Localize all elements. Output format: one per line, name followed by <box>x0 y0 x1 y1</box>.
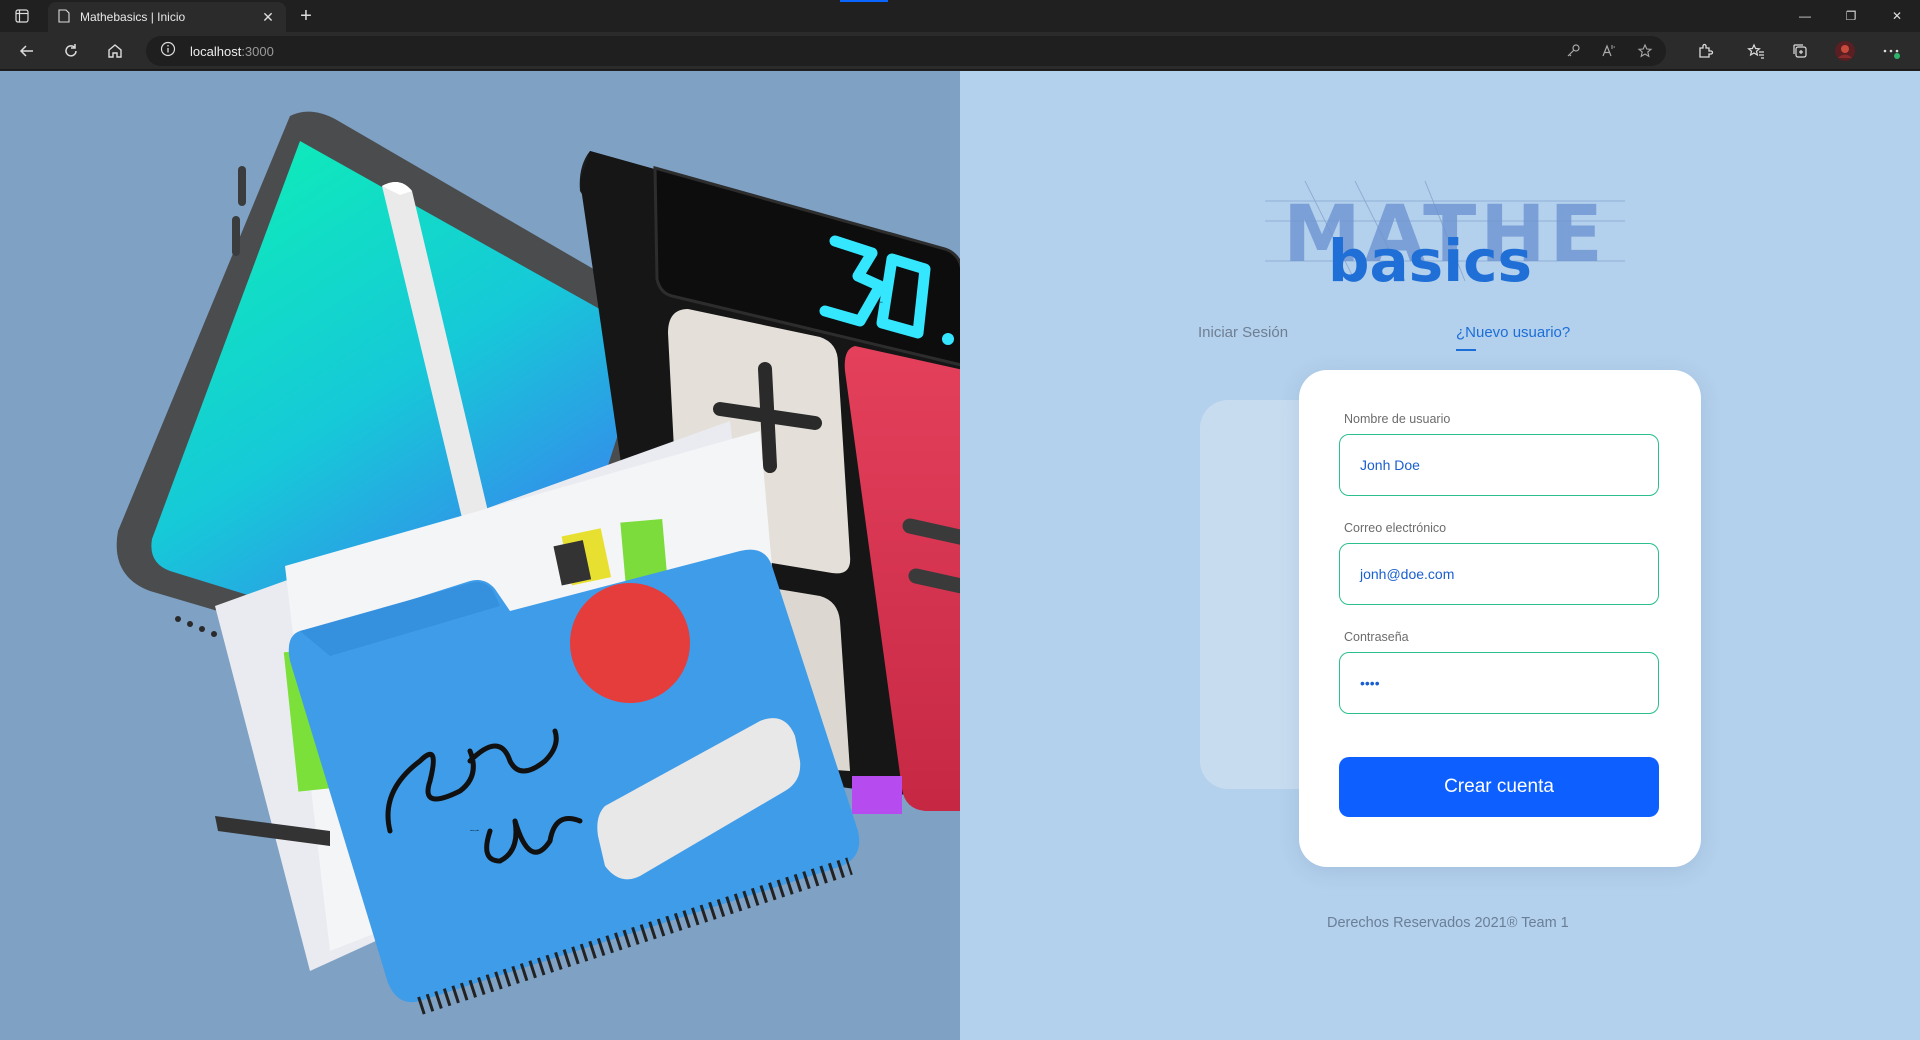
mathebasics-logo: MATHE basics <box>1265 171 1625 295</box>
url-host: localhost <box>190 43 242 59</box>
auth-tabs: Iniciar Sesión ¿Nuevo usuario? <box>1198 324 1618 354</box>
page-icon <box>58 8 70 26</box>
password-label: Contraseña <box>1344 630 1409 644</box>
tab-actions-icon[interactable] <box>10 6 34 26</box>
password-field[interactable]: •••• <box>1339 652 1659 714</box>
page: 30. steve jobs MATHE basics Iniciar Sesi… <box>0 71 1920 1040</box>
tab-title: Mathebasics | Inicio <box>80 10 186 24</box>
window-close-icon[interactable]: ✕ <box>1874 0 1920 32</box>
auth-pane: MATHE basics Iniciar Sesión ¿Nuevo usuar… <box>960 71 1920 1040</box>
email-label: Correo electrónico <box>1344 521 1447 535</box>
collections-icon[interactable] <box>1789 40 1811 62</box>
more-menu-icon[interactable] <box>1880 40 1902 62</box>
browser-toolbar: localhost:3000 <box>0 32 1920 70</box>
username-label: Nombre de usuario <box>1344 412 1451 426</box>
active-tab-indicator <box>1456 349 1476 351</box>
folder-graphic: steve jobs <box>288 549 860 1015</box>
favorites-icon[interactable] <box>1745 40 1767 62</box>
tab-login[interactable]: Iniciar Sesión <box>1198 324 1288 341</box>
home-icon[interactable] <box>104 40 126 62</box>
back-icon[interactable] <box>16 40 38 62</box>
restore-icon[interactable]: ❐ <box>1828 0 1874 32</box>
new-tab-icon[interactable]: + <box>296 6 316 26</box>
favorite-add-icon[interactable] <box>1636 42 1654 60</box>
hero-illustration-pane: 30. steve jobs <box>0 71 960 1040</box>
username-field[interactable]: Jonh Doe <box>1339 434 1659 496</box>
refresh-icon[interactable] <box>60 40 82 62</box>
url-port: :3000 <box>241 43 274 59</box>
close-tab-icon[interactable]: ✕ <box>260 9 276 25</box>
footer-copyright: Derechos Reservados 2021® Team 1 <box>1327 915 1569 931</box>
tab-register-label: ¿Nuevo usuario? <box>1456 324 1571 341</box>
browser-tab-active[interactable]: Mathebasics | Inicio ✕ <box>48 2 286 32</box>
calculator-display-text: 30. <box>880 302 884 304</box>
read-aloud-icon[interactable] <box>1600 42 1618 60</box>
register-card: Nombre de usuario Jonh Doe Correo electr… <box>1299 370 1701 867</box>
browser-tab-bar: Mathebasics | Inicio ✕ + — ❐ ✕ <box>0 0 1920 32</box>
info-icon[interactable] <box>160 41 176 62</box>
key-icon[interactable] <box>1564 42 1582 60</box>
hero-illustration: 30. steve jobs <box>116 111 960 1015</box>
minimize-icon[interactable]: — <box>1782 0 1828 32</box>
loading-indicator <box>840 0 888 2</box>
address-bar[interactable]: localhost:3000 <box>146 36 1666 66</box>
create-account-button[interactable]: Crear cuenta <box>1339 757 1659 817</box>
profile-avatar[interactable] <box>1834 40 1856 62</box>
username-value: Jonh Doe <box>1360 457 1420 473</box>
email-value: jonh@doe.com <box>1360 566 1455 582</box>
signature-text: steve jobs <box>470 829 479 832</box>
password-value: •••• <box>1360 675 1380 691</box>
logo-bottom-text: basics <box>1328 227 1532 291</box>
extensions-icon[interactable] <box>1694 40 1716 62</box>
tab-register[interactable]: ¿Nuevo usuario? <box>1456 324 1571 351</box>
email-field[interactable]: jonh@doe.com <box>1339 543 1659 605</box>
